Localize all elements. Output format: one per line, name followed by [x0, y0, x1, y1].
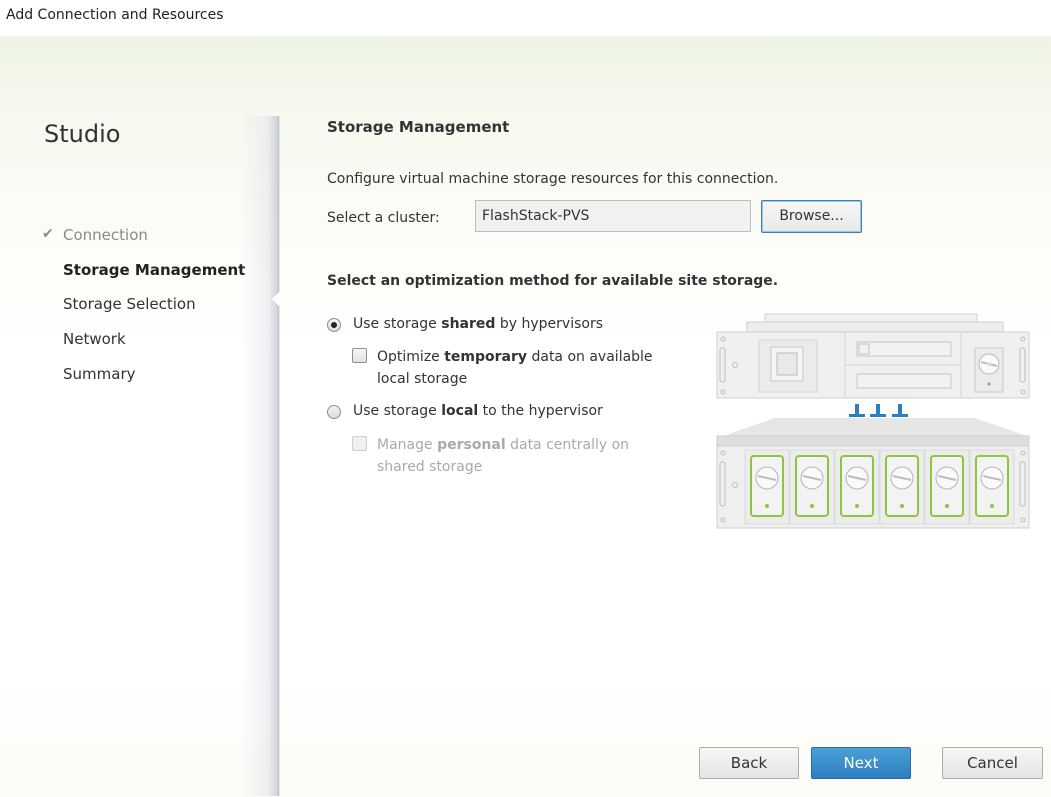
next-button[interactable]: Next — [811, 747, 911, 779]
browse-button[interactable]: Browse... — [761, 200, 862, 233]
wizard-sidebar: Studio ✔ Connection Storage Management S… — [0, 36, 278, 797]
disk-status-led — [855, 504, 859, 508]
step-connection[interactable]: ✔ Connection — [42, 226, 148, 244]
cluster-label: Select a cluster: — [327, 210, 440, 226]
disk-status-led — [810, 504, 814, 508]
storage-link-connectors — [849, 404, 908, 417]
checkbox — [352, 436, 367, 451]
optimization-heading: Select an optimization method for availa… — [327, 273, 779, 289]
step-label: Summary — [63, 365, 136, 383]
disk-status-led — [990, 504, 994, 508]
step-label: Network — [63, 330, 126, 348]
page-title: Storage Management — [327, 118, 510, 136]
radio-selected-dot — [331, 322, 337, 328]
step-network[interactable]: Network — [63, 330, 126, 348]
wizard-content: Studio ✔ Connection Storage Management S… — [0, 36, 1051, 797]
disk-status-led — [765, 504, 769, 508]
radio-label: Use storage shared by hypervisors — [353, 316, 603, 332]
checkbox[interactable] — [352, 348, 367, 363]
checkmark-icon: ✔ — [42, 226, 54, 242]
studio-brand: Studio — [44, 120, 121, 148]
disk-status-led — [900, 504, 904, 508]
server-drive-bay — [856, 373, 952, 389]
radio-button[interactable] — [327, 318, 341, 332]
step-storage-selection[interactable]: Storage Selection — [63, 295, 196, 313]
server-drive-bay — [856, 341, 952, 357]
checkbox-label: Manage personal data centrally on shared… — [377, 437, 630, 475]
current-step-indicator — [272, 290, 281, 308]
title-bar: Add Connection and Resources — [0, 0, 1051, 36]
storage-array-top — [723, 418, 1027, 436]
step-label: Connection — [63, 226, 148, 244]
radio-label: Use storage local to the hypervisor — [353, 403, 603, 419]
storage-disks — [744, 449, 1015, 525]
page-description: Configure virtual machine storage resour… — [327, 171, 779, 187]
step-storage-management[interactable]: Storage Management — [63, 261, 245, 279]
window-title: Add Connection and Resources — [6, 7, 224, 23]
radio-button[interactable] — [327, 405, 341, 419]
step-label: Storage Management — [63, 261, 246, 279]
disk-status-led — [945, 504, 949, 508]
back-button[interactable]: Back — [699, 747, 799, 779]
sidebar-divider — [240, 116, 280, 796]
server-storage-illustration — [716, 313, 1030, 529]
checkbox-label: Optimize temporary data on available loc… — [377, 349, 653, 387]
step-label: Storage Selection — [63, 295, 196, 313]
cancel-button[interactable]: Cancel — [942, 747, 1043, 779]
step-summary[interactable]: Summary — [63, 365, 136, 383]
cluster-field[interactable]: FlashStack-PVS — [475, 200, 751, 232]
